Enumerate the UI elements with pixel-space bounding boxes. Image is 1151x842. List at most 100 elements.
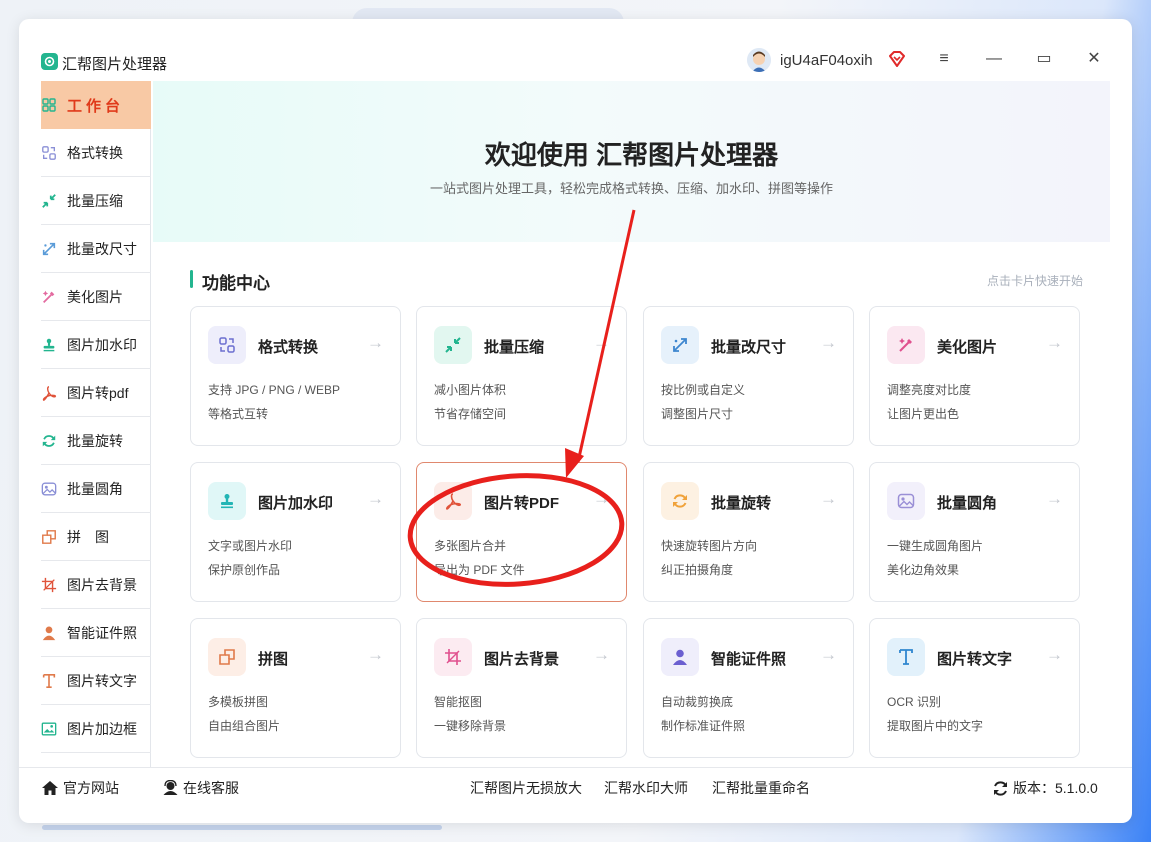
sidebar-item-label: 图片加边框 bbox=[67, 720, 137, 737]
feature-card-round-corner[interactable]: 批量圆角 → 一键生成圆角图片 美化边角效果 bbox=[869, 462, 1080, 602]
card-description-line2: 制作标准证件照 bbox=[661, 719, 746, 733]
sidebar-item-round-corner[interactable]: 批量圆角 bbox=[41, 465, 151, 513]
card-description-line2: 纠正拍摄角度 bbox=[661, 563, 734, 577]
feature-card-beautify[interactable]: 美化图片 → 调整亮度对比度 让图片更出色 bbox=[869, 306, 1080, 446]
sidebar-item-frame[interactable]: 图片加边框 bbox=[41, 705, 151, 753]
footer-link-rename[interactable]: 汇帮批量重命名 bbox=[712, 778, 810, 798]
title-bar: 汇帮图片处理器 igU4aF04oxih ≡ — ▭ ✕ bbox=[19, 19, 1132, 81]
sidebar-item-beautify[interactable]: 美化图片 bbox=[41, 273, 151, 321]
section-title: 功能中心 bbox=[202, 274, 270, 293]
compress-icon bbox=[41, 193, 57, 209]
user-name[interactable]: igU4aF04oxih bbox=[780, 52, 873, 69]
sidebar-item-resize[interactable]: 批量改尺寸 bbox=[41, 225, 151, 273]
sidebar-item-compress[interactable]: 批量压缩 bbox=[41, 177, 151, 225]
beautify-icon bbox=[41, 289, 57, 305]
background-taskbar bbox=[42, 825, 442, 830]
sidebar-item-label: 工作台 bbox=[67, 97, 125, 115]
app-logo-icon bbox=[41, 53, 58, 70]
main-content: 欢迎使用 汇帮图片处理器 一站式图片处理工具，轻松完成格式转换、压缩、加水印、拼… bbox=[153, 81, 1110, 769]
sidebar: 工作台格式转换批量压缩批量改尺寸美化图片 图片加水印图片转pdf 批量旋转批量圆角拼… bbox=[41, 81, 151, 769]
rotate-icon bbox=[41, 433, 57, 449]
avatar[interactable] bbox=[747, 48, 771, 72]
welcome-banner: 欢迎使用 汇帮图片处理器 一站式图片处理工具，轻松完成格式转换、压缩、加水印、拼… bbox=[153, 81, 1110, 242]
resize-icon bbox=[661, 326, 699, 364]
card-title: 批量圆角 bbox=[937, 495, 998, 512]
sidebar-item-label: 格式转换 bbox=[67, 144, 123, 161]
arrow-right-icon: → bbox=[367, 489, 384, 508]
feature-card-resize[interactable]: 批量改尺寸 → 按比例或自定义 调整图片尺寸 bbox=[643, 306, 854, 446]
sidebar-item-label: 批量改尺寸 bbox=[67, 240, 137, 257]
sidebar-item-watermark[interactable]: 图片加水印 bbox=[41, 321, 151, 369]
card-description-line1: 自动裁剪换底 bbox=[661, 695, 734, 709]
sidebar-item-label: 批量压缩 bbox=[67, 192, 123, 209]
sidebar-item-label: 图片转pdf bbox=[67, 384, 129, 401]
sidebar-item-crop[interactable]: 图片去背景 bbox=[41, 561, 151, 609]
sidebar-item-label: 图片去背景 bbox=[67, 576, 137, 593]
sidebar-item-pdf[interactable]: 图片转pdf bbox=[41, 369, 151, 417]
card-description-line2: 自由组合图片 bbox=[208, 719, 281, 733]
text-icon bbox=[887, 638, 925, 676]
refresh-icon bbox=[992, 780, 1009, 797]
support-link[interactable]: 在线客服 bbox=[162, 778, 239, 798]
card-title: 图片转PDF bbox=[484, 495, 560, 512]
sidebar-item-convert[interactable]: 格式转换 bbox=[41, 129, 151, 177]
feature-card-convert[interactable]: 格式转换 → 支持 JPG / PNG / WEBP 等格式互转 bbox=[190, 306, 401, 446]
feature-card-crop[interactable]: 图片去背景 → 智能抠图 一键移除背景 bbox=[416, 618, 627, 758]
feature-card-collage[interactable]: 拼图 → 多模板拼图 自由组合图片 bbox=[190, 618, 401, 758]
feature-card-rotate[interactable]: 批量旋转 → 快速旋转图片方向 纠正拍摄角度 bbox=[643, 462, 854, 602]
card-title: 格式转换 bbox=[258, 339, 319, 356]
feature-card-person[interactable]: 智能证件照 → 自动裁剪换底 制作标准证件照 bbox=[643, 618, 854, 758]
vip-diamond-icon[interactable] bbox=[888, 50, 906, 68]
card-description-line1: 智能抠图 bbox=[434, 695, 483, 709]
section-accent-bar bbox=[190, 270, 193, 288]
sidebar-item-label: 图片转文字 bbox=[67, 672, 137, 689]
website-link[interactable]: 官方网站 bbox=[41, 778, 119, 798]
sidebar-item-collage[interactable]: 拼 图 bbox=[41, 513, 151, 561]
section-hint: 点击卡片快速开始 bbox=[986, 274, 1083, 288]
maximize-button[interactable]: ▭ bbox=[1034, 49, 1054, 69]
card-title: 批量旋转 bbox=[711, 495, 772, 512]
card-title: 美化图片 bbox=[937, 339, 998, 356]
close-button[interactable]: ✕ bbox=[1084, 49, 1104, 69]
support-label: 在线客服 bbox=[183, 780, 239, 796]
arrow-right-icon: → bbox=[1046, 333, 1063, 352]
card-description-line2: 导出为 PDF 文件 bbox=[434, 563, 525, 577]
card-title: 拼图 bbox=[258, 651, 289, 668]
feature-card-pdf[interactable]: 图片转PDF → 多张图片合并 导出为 PDF 文件 bbox=[416, 462, 627, 602]
home-icon bbox=[41, 780, 59, 796]
card-title: 批量压缩 bbox=[484, 339, 545, 356]
card-description-line1: 调整亮度对比度 bbox=[887, 383, 972, 397]
card-description-line2: 调整图片尺寸 bbox=[661, 407, 734, 421]
sidebar-item-person[interactable]: 智能证件照 bbox=[41, 609, 151, 657]
version-label: 版本：5.1.0.0 bbox=[1013, 780, 1098, 796]
card-description-line2: 等格式互转 bbox=[208, 407, 269, 421]
menu-button[interactable]: ≡ bbox=[934, 49, 954, 69]
card-description-line1: 按比例或自定义 bbox=[661, 383, 746, 397]
feature-card-watermark[interactable]: 图片加水印 → 文字或图片水印 保护原创作品 bbox=[190, 462, 401, 602]
sidebar-item-label: 批量圆角 bbox=[67, 480, 123, 497]
convert-icon bbox=[208, 326, 246, 364]
card-title: 图片加水印 bbox=[258, 495, 334, 512]
footer-link-watermark[interactable]: 汇帮水印大师 bbox=[604, 778, 688, 798]
card-description-line1: 一键生成圆角图片 bbox=[887, 539, 984, 553]
beautify-icon bbox=[887, 326, 925, 364]
feature-card-text[interactable]: 图片转文字 → OCR 识别 提取图片中的文字 bbox=[869, 618, 1080, 758]
arrow-right-icon: → bbox=[820, 645, 837, 664]
footer-link-upscale[interactable]: 汇帮图片无损放大 bbox=[470, 778, 582, 798]
card-description-line1: OCR 识别 bbox=[887, 695, 942, 709]
card-description-line2: 节省存储空间 bbox=[434, 407, 507, 421]
round-corner-icon bbox=[41, 481, 57, 497]
sidebar-item-grid[interactable]: 工作台 bbox=[41, 81, 151, 129]
sidebar-item-text[interactable]: 图片转文字 bbox=[41, 657, 151, 705]
card-description-line2: 让图片更出色 bbox=[887, 407, 960, 421]
sidebar-item-rotate[interactable]: 批量旋转 bbox=[41, 417, 151, 465]
welcome-title: 欢迎使用 汇帮图片处理器 bbox=[484, 140, 779, 170]
version-info[interactable]: 版本：5.1.0.0 bbox=[992, 778, 1098, 798]
card-title: 智能证件照 bbox=[711, 651, 787, 668]
feature-card-compress[interactable]: 批量压缩 → 减小图片体积 节省存储空间 bbox=[416, 306, 627, 446]
card-description-line1: 多张图片合并 bbox=[434, 539, 507, 553]
resize-icon bbox=[41, 241, 57, 257]
grid-icon bbox=[41, 97, 57, 113]
minimize-button[interactable]: — bbox=[984, 49, 1004, 69]
sidebar-item-label: 批量旋转 bbox=[67, 432, 123, 449]
